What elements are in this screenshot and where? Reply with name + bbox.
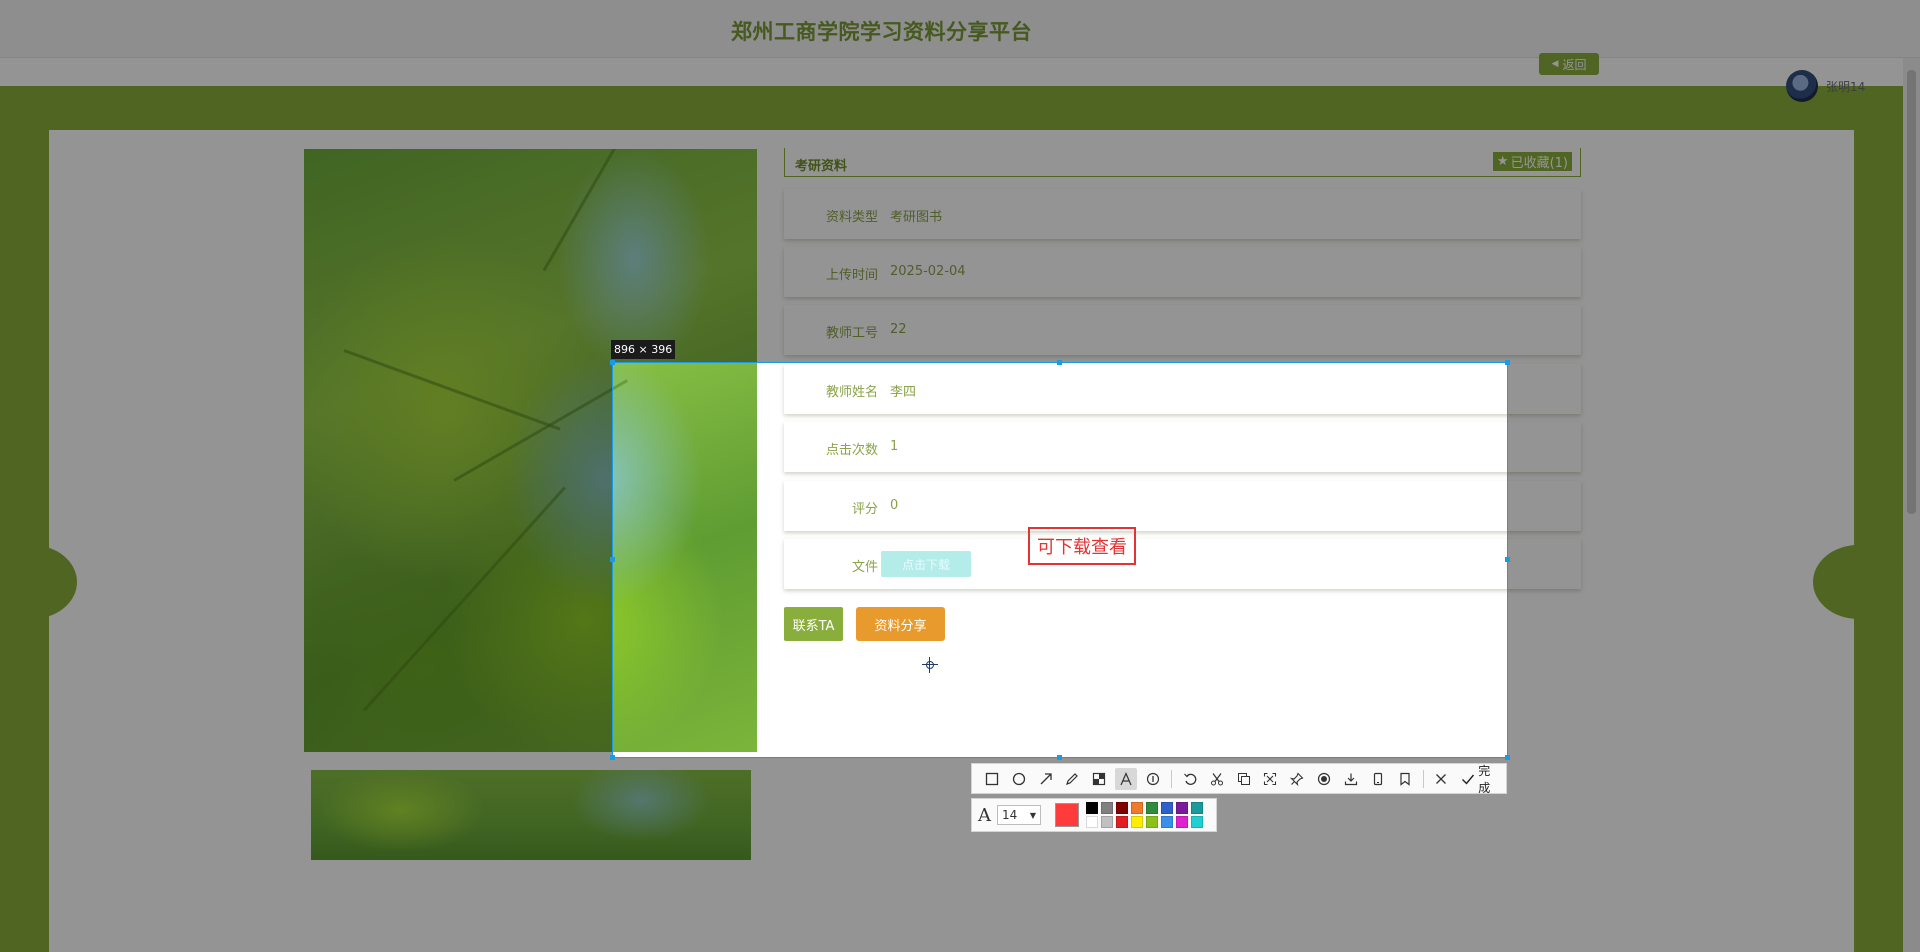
pin-icon[interactable] xyxy=(1286,768,1308,790)
capture-toolbar: 完成 xyxy=(971,762,1507,796)
crosshair-cursor-icon xyxy=(922,657,938,673)
capture-dim-right xyxy=(1508,362,1920,758)
detail-label: 教师姓名 xyxy=(825,385,878,400)
resize-handle[interactable] xyxy=(610,557,615,562)
resize-handle[interactable] xyxy=(610,755,615,760)
done-button[interactable]: 完成 xyxy=(1457,762,1506,796)
color-swatch[interactable] xyxy=(1116,802,1128,814)
color-swatch[interactable] xyxy=(1101,816,1113,828)
color-swatch[interactable] xyxy=(1161,816,1173,828)
text-annotation[interactable]: 可下载查看 xyxy=(1028,527,1136,565)
cut-icon[interactable] xyxy=(1206,768,1228,790)
mosaic-icon[interactable] xyxy=(1088,768,1110,790)
color-swatch[interactable] xyxy=(1146,816,1158,828)
undo-icon[interactable] xyxy=(1179,768,1201,790)
contact-button[interactable]: 联系TA xyxy=(784,607,843,641)
share-button[interactable]: 资料分享 xyxy=(856,607,945,641)
color-swatch[interactable] xyxy=(1176,816,1188,828)
download-button[interactable]: 点击下载 xyxy=(881,551,971,577)
color-swatch[interactable] xyxy=(1161,802,1173,814)
toolbar-divider xyxy=(1422,769,1424,788)
phone-icon[interactable] xyxy=(1367,768,1389,790)
color-swatch[interactable] xyxy=(1086,816,1098,828)
detail-row-file: 文件 点击下载 xyxy=(784,539,1581,589)
font-icon: A xyxy=(978,804,991,826)
done-label: 完成 xyxy=(1478,763,1491,795)
color-swatch[interactable] xyxy=(1191,816,1203,828)
scroll-capture-icon[interactable] xyxy=(1259,768,1281,790)
font-size-value: 14 xyxy=(1002,808,1018,822)
color-swatch[interactable] xyxy=(1176,802,1188,814)
color-swatch[interactable] xyxy=(1131,802,1143,814)
rectangle-icon[interactable] xyxy=(981,768,1003,790)
capture-dim-left xyxy=(0,362,612,758)
detail-label: 点击次数 xyxy=(825,443,878,458)
resize-handle[interactable] xyxy=(1057,360,1062,365)
close-icon[interactable] xyxy=(1431,768,1453,790)
detail-row-rating: 评分 0 xyxy=(784,481,1581,531)
resize-handle[interactable] xyxy=(1057,755,1062,760)
text-style-bar: A 14 ▼ xyxy=(971,798,1217,832)
detail-row-clicks: 点击次数 1 xyxy=(784,422,1581,472)
toolbar-divider xyxy=(1170,769,1172,788)
capture-size-label: 896 × 396 xyxy=(611,340,676,359)
text-icon[interactable] xyxy=(1115,767,1138,790)
ellipse-icon[interactable] xyxy=(1008,768,1030,790)
caret-down-icon: ▼ xyxy=(1029,810,1036,820)
detail-value: 0 xyxy=(890,498,899,513)
color-swatch[interactable] xyxy=(1146,802,1158,814)
color-palette xyxy=(1086,802,1203,828)
capture-dim-top xyxy=(0,0,1920,362)
resize-handle[interactable] xyxy=(1505,557,1510,562)
resize-handle[interactable] xyxy=(610,360,615,365)
resize-handle[interactable] xyxy=(1505,755,1510,760)
detail-label: 文件 xyxy=(851,560,878,575)
detail-label: 评分 xyxy=(851,502,878,517)
save-icon[interactable] xyxy=(1340,768,1362,790)
copy-icon[interactable] xyxy=(1233,768,1255,790)
arrow-icon[interactable] xyxy=(1035,768,1057,790)
capture-dim-bottom xyxy=(0,758,1920,952)
check-icon xyxy=(1462,774,1475,785)
detail-row-teacher-name: 教师姓名 李四 xyxy=(784,364,1581,414)
pencil-icon[interactable] xyxy=(1062,768,1084,790)
record-icon[interactable] xyxy=(1313,768,1335,790)
resize-handle[interactable] xyxy=(1505,360,1510,365)
color-swatch[interactable] xyxy=(1086,802,1098,814)
font-size-select[interactable]: 14 ▼ xyxy=(997,805,1041,825)
bookmark-icon[interactable] xyxy=(1394,768,1416,790)
color-swatch[interactable] xyxy=(1101,802,1113,814)
color-swatch[interactable] xyxy=(1131,816,1143,828)
detail-value: 1 xyxy=(890,439,899,454)
color-swatch[interactable] xyxy=(1116,816,1128,828)
number-icon[interactable] xyxy=(1142,768,1164,790)
color-swatch[interactable] xyxy=(1191,802,1203,814)
detail-value: 李四 xyxy=(890,385,917,400)
current-color-swatch[interactable] xyxy=(1055,803,1079,827)
